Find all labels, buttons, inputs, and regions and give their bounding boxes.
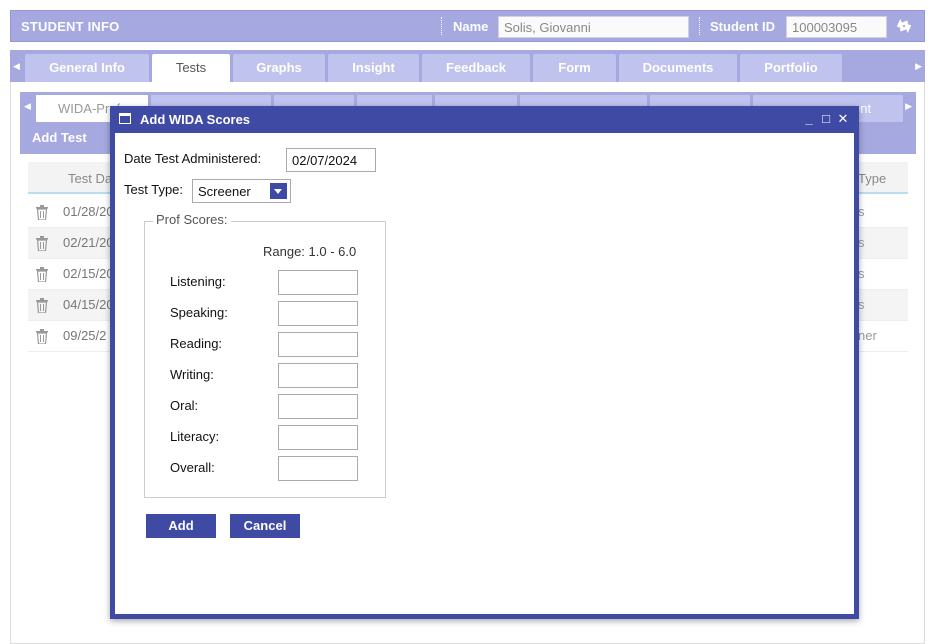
add-wida-scores-dialog: Add WIDA Scores _ □ ✕ Date Test Administ… <box>110 106 859 619</box>
add-button[interactable]: Add <box>146 514 216 538</box>
listening-input[interactable] <box>278 270 358 295</box>
oral-input[interactable] <box>278 394 358 419</box>
row-date: 04/15/20 <box>63 297 114 312</box>
tab-feedback[interactable]: Feedback <box>422 54 530 82</box>
dialog-title: Add WIDA Scores <box>140 112 251 127</box>
minimize-icon[interactable]: _ <box>802 111 816 126</box>
scroll-right-icon[interactable]: ▶ <box>915 61 922 72</box>
row-type: ner <box>858 328 877 343</box>
header-divider <box>441 17 442 35</box>
maximize-icon[interactable]: □ <box>819 111 833 126</box>
trash-icon[interactable] <box>36 298 48 313</box>
tab-form[interactable]: Form <box>533 54 616 82</box>
reading-label: Reading: <box>170 336 223 351</box>
speaking-label: Speaking: <box>170 305 228 320</box>
test-type-select[interactable]: Screener <box>192 179 291 203</box>
add-test-label[interactable]: Add Test <box>32 130 87 145</box>
dialog-titlebar[interactable]: Add WIDA Scores _ □ ✕ <box>110 106 859 133</box>
reading-input[interactable] <box>278 332 358 357</box>
test-type-label: Test Type: <box>124 182 184 197</box>
grid-header-type[interactable]: Type <box>858 171 886 186</box>
student-info-header: STUDENT INFO Name Solis, Giovanni Studen… <box>10 10 925 42</box>
name-field[interactable]: Solis, Giovanni <box>498 16 689 38</box>
score-range: Range: 1.0 - 6.0 <box>263 244 357 259</box>
tab-documents[interactable]: Documents <box>619 54 737 82</box>
row-date: 02/21/20 <box>63 235 114 250</box>
scroll-right-icon[interactable]: ▶ <box>905 101 912 112</box>
overall-label: Overall: <box>170 460 215 475</box>
cancel-button[interactable]: Cancel <box>230 514 300 538</box>
tab-tests[interactable]: Tests <box>152 54 230 82</box>
trash-icon[interactable] <box>36 329 48 344</box>
header-divider <box>699 17 700 35</box>
scroll-left-icon[interactable]: ◀ <box>13 61 20 72</box>
oral-label: Oral: <box>170 398 199 413</box>
name-label: Name <box>453 19 489 34</box>
grid-header-date[interactable]: Test Da <box>68 171 112 186</box>
window-icon <box>119 113 131 124</box>
literacy-label: Literacy: <box>170 429 220 444</box>
speaking-input[interactable] <box>278 301 358 326</box>
tab-insight[interactable]: Insight <box>328 54 419 82</box>
dropdown-caret-icon[interactable] <box>270 183 287 199</box>
trash-icon[interactable] <box>36 205 48 220</box>
student-id-field[interactable]: 100003095 <box>786 16 887 38</box>
row-date: 09/25/2 <box>63 328 107 343</box>
student-id-label: Student ID <box>710 19 775 34</box>
overall-input[interactable] <box>278 456 358 481</box>
row-date: 01/28/20 <box>63 204 114 219</box>
scroll-left-icon[interactable]: ◀ <box>24 101 31 112</box>
listening-label: Listening: <box>170 274 226 289</box>
tab-portfolio[interactable]: Portfolio <box>740 54 842 82</box>
literacy-input[interactable] <box>278 425 358 450</box>
prof-scores-legend: Prof Scores: <box>153 212 231 227</box>
row-date: 02/15/20 <box>63 266 114 281</box>
writing-input[interactable] <box>278 363 358 388</box>
close-icon[interactable]: ✕ <box>836 111 850 127</box>
trash-icon[interactable] <box>36 267 48 282</box>
dialog-body: Date Test Administered: 02/07/2024 Test … <box>115 133 854 614</box>
writing-label: Writing: <box>170 367 214 382</box>
trash-icon[interactable] <box>36 236 48 251</box>
test-type-value: Screener <box>198 184 251 199</box>
main-tab-bar: ◀ General Info Tests Graphs Insight Feed… <box>10 50 925 82</box>
tab-graphs[interactable]: Graphs <box>233 54 325 82</box>
date-administered-input[interactable]: 02/07/2024 <box>286 148 376 172</box>
tab-general-info[interactable]: General Info <box>25 54 149 82</box>
date-administered-label: Date Test Administered: <box>124 151 262 166</box>
swap-icon[interactable] <box>894 16 914 36</box>
header-title: STUDENT INFO <box>21 19 120 34</box>
